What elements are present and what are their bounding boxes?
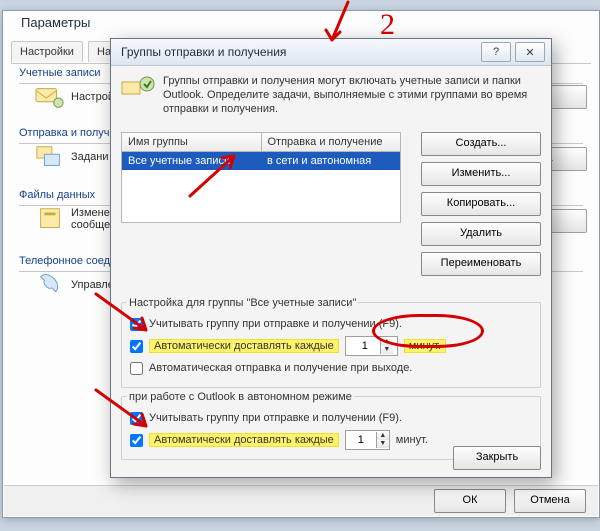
dialog-side-buttons: Создать... Изменить... Копировать... Уда…: [421, 132, 541, 276]
label-exit: Автоматическая отправка и получение при …: [149, 362, 412, 374]
row-auto-deliver: Автоматически доставлять каждые ▲▼ минут…: [130, 335, 532, 357]
help-button[interactable]: ?: [481, 42, 511, 62]
offline-interval-spinner[interactable]: ▲▼: [345, 430, 390, 450]
label-offline-minutes: минут.: [396, 434, 428, 446]
col-sendrecv[interactable]: Отправка и получение: [262, 132, 402, 152]
offline-interval-input[interactable]: [346, 431, 376, 449]
label-minutes: минут.: [404, 339, 446, 353]
cell-mode: в сети и автономная: [261, 152, 400, 170]
checkbox-offline-f9[interactable]: [130, 412, 143, 425]
row-changed-msgs[interactable]: Измененсообщен: [35, 209, 116, 229]
options-title: Параметры: [13, 9, 98, 37]
checkbox-offline-auto[interactable]: [130, 434, 143, 447]
envelope-gear-icon: [35, 83, 65, 111]
dialog-intro-text: Группы отправки и получения могут включа…: [163, 74, 541, 116]
phone-icon: [35, 271, 65, 299]
datafile-icon: [35, 205, 65, 233]
create-button[interactable]: Создать...: [421, 132, 541, 156]
row-tasks-label: Задани: [71, 151, 109, 163]
row-tasks[interactable]: Задани: [35, 147, 109, 167]
close-button[interactable]: Закрыть: [453, 446, 541, 470]
group-legend: Настройка для группы "Все учетные записи…: [127, 297, 358, 309]
row-account-setup[interactable]: Настрой: [35, 87, 114, 107]
label-offline-auto: Автоматически доставлять каждые: [149, 433, 339, 447]
row-account-setup-label: Настрой: [71, 91, 114, 103]
interval-spinner[interactable]: ▲▼: [345, 336, 398, 356]
label-f9: Учитывать группу при отправке и получени…: [149, 318, 402, 330]
dialog-close-row: Закрыть: [453, 446, 541, 470]
sendrecv-groups-icon: [121, 74, 155, 104]
spin-up-icon[interactable]: ▲: [381, 338, 393, 346]
cancel-button[interactable]: Отмена: [514, 489, 586, 513]
checkbox-exit[interactable]: [130, 362, 143, 375]
spin-down-icon[interactable]: ▼: [381, 346, 393, 354]
edit-button[interactable]: Изменить...: [421, 162, 541, 186]
ok-button[interactable]: ОК: [434, 489, 506, 513]
group-offline-legend: при работе с Outlook в автономном режиме: [127, 391, 354, 403]
tab-settings[interactable]: Настройки: [11, 41, 83, 62]
interval-input[interactable]: [350, 337, 380, 355]
close-icon[interactable]: ✕: [515, 42, 545, 62]
spin-down-icon[interactable]: ▼: [377, 440, 389, 448]
label-offline-f9: Учитывать группу при отправке и получени…: [149, 412, 402, 424]
groups-grid: Имя группы Отправка и получение Все учет…: [121, 132, 401, 223]
dialog-intro: Группы отправки и получения могут включа…: [121, 74, 541, 116]
checkbox-f9[interactable]: [130, 318, 143, 331]
row-f9: Учитывать группу при отправке и получени…: [130, 313, 532, 335]
row-offline-f9: Учитывать группу при отправке и получени…: [130, 407, 532, 429]
row-manage[interactable]: Управлен: [35, 275, 120, 295]
group-all-accounts: Настройка для группы "Все учетные записи…: [121, 290, 541, 388]
label-auto: Автоматически доставлять каждые: [149, 339, 339, 353]
sendrecv-icon: [35, 143, 65, 171]
checkbox-auto[interactable]: [130, 340, 143, 353]
copy-button[interactable]: Копировать...: [421, 192, 541, 216]
spin-up-icon[interactable]: ▲: [377, 432, 389, 440]
cell-group-name: Все учетные записи: [122, 152, 261, 170]
grid-row-all-accounts[interactable]: Все учетные записи в сети и автономная: [122, 152, 400, 170]
options-bottom-bar: ОК Отмена: [4, 485, 598, 516]
grid-header: Имя группы Отправка и получение: [121, 132, 401, 152]
rename-button[interactable]: Переименовать: [421, 252, 541, 276]
delete-button[interactable]: Удалить: [421, 222, 541, 246]
col-group-name[interactable]: Имя группы: [121, 132, 262, 152]
sendrecv-groups-dialog: Группы отправки и получения ? ✕ Группы о…: [110, 38, 552, 478]
grid-body[interactable]: Все учетные записи в сети и автономная: [121, 152, 401, 223]
dialog-titlebar: Группы отправки и получения ? ✕: [111, 39, 551, 66]
dialog-title: Группы отправки и получения: [121, 45, 286, 59]
row-exit: Автоматическая отправка и получение при …: [130, 357, 532, 379]
